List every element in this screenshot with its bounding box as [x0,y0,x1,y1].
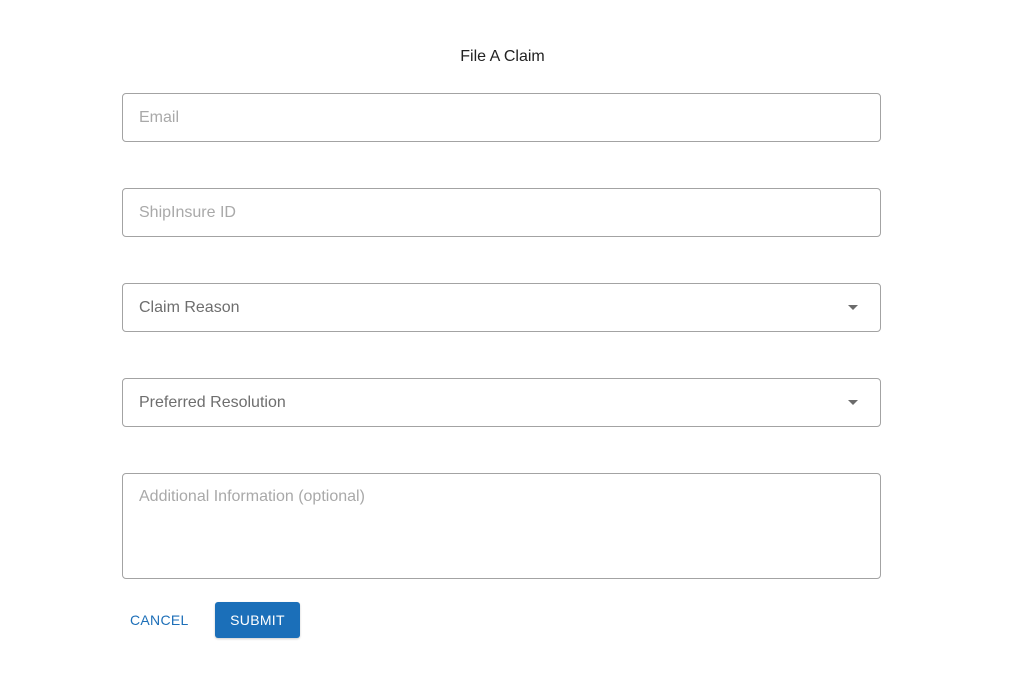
claim-reason-label: Claim Reason [139,299,240,316]
email-field[interactable] [139,94,864,141]
additional-info-textarea[interactable] [139,486,864,574]
claim-form-page: File A Claim Claim Reason Preferred Reso… [0,0,1025,678]
chevron-down-icon [848,400,858,405]
shipinsure-id-field[interactable] [139,189,864,236]
email-field-container [122,93,881,142]
preferred-resolution-label: Preferred Resolution [139,394,286,411]
submit-button[interactable]: SUBMIT [215,602,300,638]
chevron-down-icon [848,305,858,310]
page-title: File A Claim [460,48,545,65]
cancel-button[interactable]: CANCEL [122,603,197,637]
shipinsure-id-field-container [122,188,881,237]
preferred-resolution-select[interactable]: Preferred Resolution [122,378,881,427]
claim-reason-select[interactable]: Claim Reason [122,283,881,332]
additional-info-container [122,473,881,579]
